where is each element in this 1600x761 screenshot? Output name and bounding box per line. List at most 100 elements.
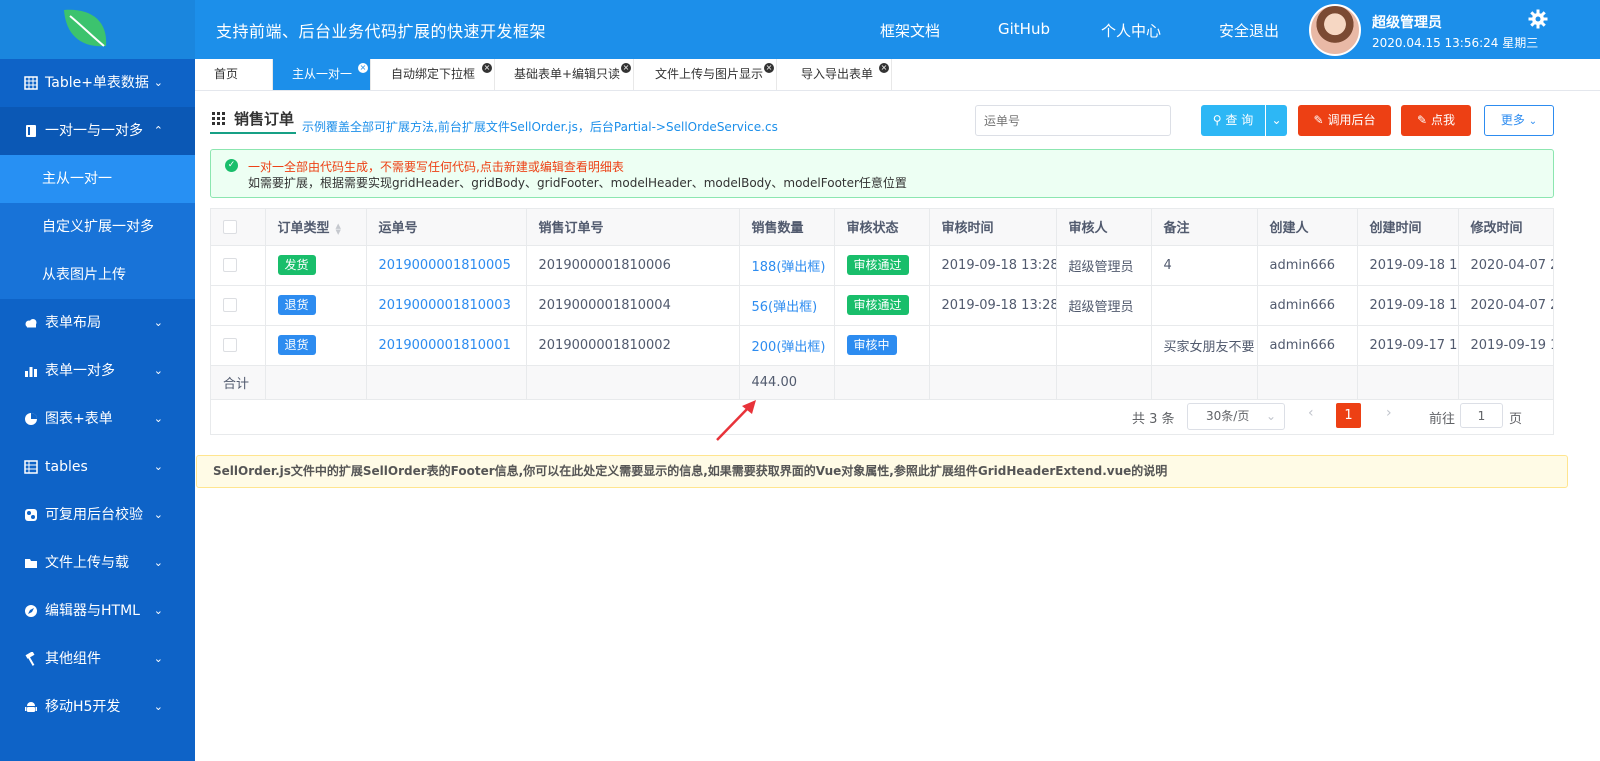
next-page-icon[interactable]: › bbox=[1386, 405, 1392, 421]
sidebar-item-editor[interactable]: 编辑器与HTML ⌄ bbox=[0, 587, 195, 635]
sidebar-subitem-image-upload[interactable]: 从表图片上传 bbox=[0, 251, 195, 299]
nav-docs[interactable]: 框架文档 bbox=[880, 20, 940, 41]
pie-chart-icon bbox=[25, 413, 37, 425]
order-no-cell: 2019000001810004 bbox=[526, 285, 740, 326]
sidebar-item-chart-form[interactable]: 图表+表单 ⌄ bbox=[0, 395, 195, 443]
click-me-button[interactable]: ✎ 点我 bbox=[1401, 105, 1471, 136]
close-icon[interactable]: × bbox=[879, 63, 889, 73]
tab-basic-form[interactable]: 基础表单+编辑只读 × bbox=[495, 59, 634, 90]
query-button[interactable]: ⚲ 查 询 bbox=[1201, 105, 1265, 136]
auditor-cell: 超级管理员 bbox=[1056, 245, 1152, 286]
chevron-down-icon: ⌄ bbox=[153, 700, 163, 713]
audit-time-cell bbox=[929, 325, 1057, 366]
more-button[interactable]: 更多 ⌄ bbox=[1484, 105, 1554, 136]
submenu: 主从一对一 自定义扩展一对多 从表图片上传 bbox=[0, 155, 195, 299]
nav-github[interactable]: GitHub bbox=[998, 20, 1050, 38]
tab-label: 文件上传与图片显示 bbox=[655, 67, 764, 81]
table-row[interactable]: 发货 2019000001810005 2019000001810006 188… bbox=[211, 245, 1553, 286]
sidebar-item-table[interactable]: Table+单表数据 ⌄ bbox=[0, 59, 195, 107]
creator-cell: admin666 bbox=[1257, 325, 1358, 366]
sidebar-item-validation[interactable]: 可复用后台校验 ⌄ bbox=[0, 491, 195, 539]
search-input[interactable] bbox=[975, 105, 1171, 136]
user-name: 超级管理员 bbox=[1372, 15, 1442, 31]
table-row[interactable]: 退货 2019000001810003 2019000001810004 56(… bbox=[211, 285, 1553, 326]
tab-master-detail[interactable]: 主从一对一 × bbox=[273, 59, 371, 90]
tab-auto-dropdown[interactable]: 自动绑定下拉框 × bbox=[381, 59, 495, 90]
nav-profile[interactable]: 个人中心 bbox=[1101, 20, 1161, 41]
tab-file-upload[interactable]: 文件上传与图片显示 × bbox=[634, 59, 777, 90]
pencil-icon: ✎ bbox=[1313, 113, 1324, 127]
query-dropdown-button[interactable]: ⌄ bbox=[1265, 105, 1287, 136]
sidebar-item-file-upload[interactable]: 文件上传与载 ⌄ bbox=[0, 539, 195, 587]
close-icon[interactable]: × bbox=[621, 63, 631, 73]
sidebar-subitem-custom-one-to-many[interactable]: 自定义扩展一对多 bbox=[0, 203, 195, 251]
avatar[interactable] bbox=[1309, 4, 1361, 56]
sidebar-subitem-master-detail[interactable]: 主从一对一 bbox=[0, 155, 195, 203]
close-icon[interactable]: × bbox=[764, 63, 774, 73]
created-cell: 2019-09-17 18 bbox=[1357, 325, 1459, 366]
chevron-down-icon: ⌄ bbox=[153, 364, 163, 377]
close-icon[interactable]: × bbox=[358, 63, 368, 73]
waybill-cell: 2019000001810001 bbox=[366, 325, 527, 366]
compass-icon bbox=[25, 605, 37, 617]
column-header: 销售数量 bbox=[739, 209, 835, 246]
goto-page-input[interactable] bbox=[1460, 403, 1503, 428]
order-type-badge: 退货 bbox=[277, 335, 316, 355]
hammer-icon bbox=[25, 652, 35, 666]
select-all-checkbox[interactable] bbox=[223, 219, 237, 234]
tab-home[interactable]: 首页 bbox=[195, 59, 273, 90]
waybill-link[interactable]: 2019000001810001 bbox=[379, 338, 511, 353]
sidebar-item-form-one-to-many[interactable]: 表单一对多 ⌄ bbox=[0, 347, 195, 395]
column-header: 备注 bbox=[1151, 209, 1258, 246]
nav-logout[interactable]: 安全退出 bbox=[1219, 20, 1279, 41]
table-row[interactable]: 退货 2019000001810001 2019000001810002 200… bbox=[211, 325, 1553, 366]
row-checkbox[interactable] bbox=[223, 298, 237, 312]
waybill-cell: 2019000001810003 bbox=[366, 285, 527, 326]
row-select-cell bbox=[211, 325, 266, 366]
prev-page-icon[interactable]: ‹ bbox=[1308, 405, 1314, 421]
gear-icon[interactable] bbox=[1528, 9, 1548, 29]
qty-popup-link[interactable]: 56(弹出框) bbox=[752, 300, 818, 315]
waybill-link[interactable]: 2019000001810005 bbox=[379, 258, 511, 273]
sidebar-item-label: Table+单表数据 bbox=[45, 75, 149, 91]
column-header: 运单号 bbox=[366, 209, 527, 246]
sidebar-item-label: 一对一与一对多 bbox=[45, 123, 143, 139]
page-size-select[interactable]: 30条/页 ⌄ bbox=[1187, 403, 1285, 430]
sort-icon[interactable]: ▲ ▼ bbox=[336, 222, 341, 235]
qty-cell: 56(弹出框) bbox=[739, 285, 835, 326]
qty-popup-link[interactable]: 200(弹出框) bbox=[752, 340, 826, 355]
sidebar-item-other[interactable]: 其他组件 ⌄ bbox=[0, 635, 195, 683]
page-1-button[interactable]: 1 bbox=[1336, 403, 1361, 428]
goto-unit: 页 bbox=[1509, 412, 1523, 427]
sidebar-item-label: 表单一对多 bbox=[45, 363, 115, 379]
row-checkbox[interactable] bbox=[223, 258, 237, 272]
remark-cell: 4 bbox=[1151, 245, 1258, 286]
audit-time-cell: 2019-09-18 13:28:0 bbox=[929, 285, 1057, 326]
sidebar-item-form-layout[interactable]: 表单布局 ⌄ bbox=[0, 299, 195, 347]
row-checkbox[interactable] bbox=[223, 338, 237, 352]
chevron-down-icon: ⌄ bbox=[1271, 113, 1282, 127]
qty-popup-link[interactable]: 188(弹出框) bbox=[752, 260, 826, 275]
column-header: 审核状态 bbox=[834, 209, 930, 246]
tab-import-export[interactable]: 导入导出表单 × bbox=[777, 59, 892, 90]
waybill-link[interactable]: 2019000001810003 bbox=[379, 298, 511, 313]
column-header: 创建时间 bbox=[1357, 209, 1459, 246]
bar-chart-icon bbox=[25, 367, 37, 377]
column-header: 销售订单号 bbox=[526, 209, 740, 246]
call-backend-button[interactable]: ✎ 调用后台 bbox=[1298, 105, 1391, 136]
chevron-down-icon: ⌄ bbox=[153, 316, 163, 329]
logo[interactable] bbox=[0, 0, 195, 59]
column-header[interactable]: 订单类型 ▲ ▼ bbox=[265, 209, 367, 246]
chevron-down-icon: ⌄ bbox=[153, 508, 163, 521]
qty-cell: 188(弹出框) bbox=[739, 245, 835, 286]
footer-empty-cell bbox=[834, 365, 930, 400]
sidebar-item-one-to-many[interactable]: 一对一与一对多 ⌃ bbox=[0, 107, 195, 155]
modified-cell: 2020-04-07 23 bbox=[1458, 285, 1553, 326]
sidebar-item-h5[interactable]: 移动H5开发 ⌄ bbox=[0, 683, 195, 731]
sidebar-item-tables[interactable]: tables ⌄ bbox=[0, 443, 195, 491]
chevron-down-icon: ⌄ bbox=[153, 652, 163, 665]
tab-label: 自动绑定下拉框 bbox=[391, 67, 476, 81]
column-header-label: 订单类型 bbox=[277, 221, 330, 237]
chevron-down-icon: ⌄ bbox=[1528, 116, 1538, 127]
close-icon[interactable]: × bbox=[482, 63, 492, 73]
